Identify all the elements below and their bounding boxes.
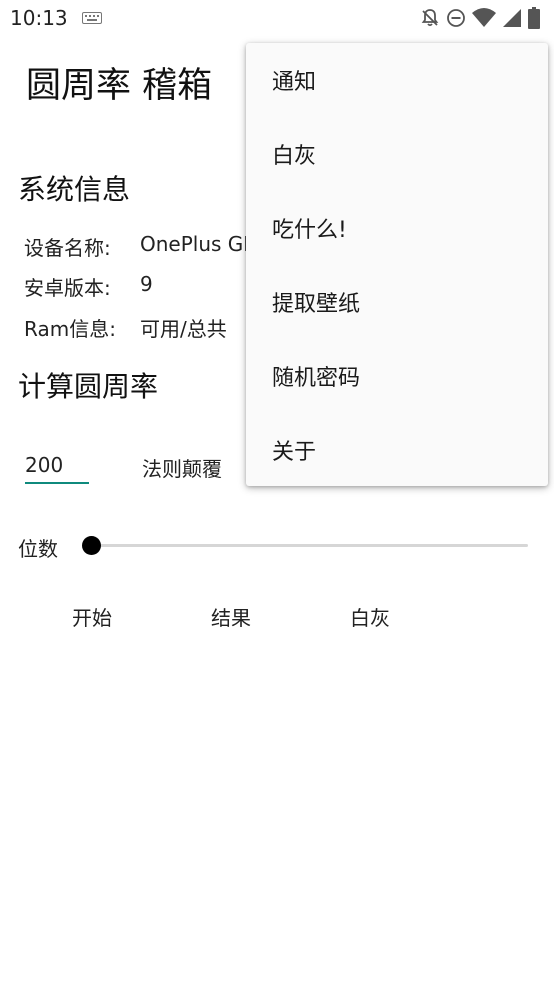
do-not-disturb-icon — [447, 9, 465, 27]
menu-item-extract-wallpaper[interactable]: 提取壁纸 — [246, 265, 548, 339]
status-bar: 10:13 — [0, 0, 554, 38]
menu-item-white-gray[interactable]: 白灰 — [246, 117, 548, 191]
ram-info-value: 可用/总共 — [140, 317, 227, 341]
digits-slider-label: 位数 — [18, 537, 58, 561]
status-icons — [420, 7, 540, 29]
overflow-menu: 通知 白灰 吃什么! 提取壁纸 随机密码 关于 — [246, 43, 548, 486]
android-version-label: 安卓版本: — [24, 276, 111, 300]
white-gray-button[interactable]: 白灰 — [350, 602, 390, 631]
cell-signal-icon — [503, 9, 521, 27]
start-button[interactable]: 开始 — [72, 602, 112, 631]
menu-item-random-password[interactable]: 随机密码 — [246, 339, 548, 413]
device-name-label: 设备名称: — [24, 236, 111, 260]
menu-item-what-to-eat[interactable]: 吃什么! — [246, 191, 548, 265]
wifi-icon — [472, 8, 496, 27]
keyboard-icon — [82, 12, 102, 24]
menu-item-about[interactable]: 关于 — [246, 413, 548, 487]
digits-input[interactable] — [25, 448, 89, 484]
menu-item-notify[interactable]: 通知 — [246, 43, 548, 117]
system-info-header: 系统信息 — [18, 173, 131, 206]
digits-slider-track[interactable] — [91, 544, 528, 547]
device-name-value: OnePlus GN — [140, 232, 259, 256]
status-time: 10:13 — [10, 6, 68, 30]
notifications-off-icon — [421, 9, 439, 27]
result-button[interactable]: 结果 — [211, 602, 251, 631]
ram-info-label: Ram信息: — [24, 317, 116, 341]
digits-slider-thumb[interactable] — [82, 536, 101, 555]
law-subvert-label[interactable]: 法则颠覆 — [142, 453, 222, 482]
calc-pi-header: 计算圆周率 — [18, 370, 159, 403]
app-title: 圆周率 稽箱 — [26, 66, 213, 106]
android-version-value: 9 — [140, 272, 153, 296]
battery-icon — [528, 7, 540, 29]
